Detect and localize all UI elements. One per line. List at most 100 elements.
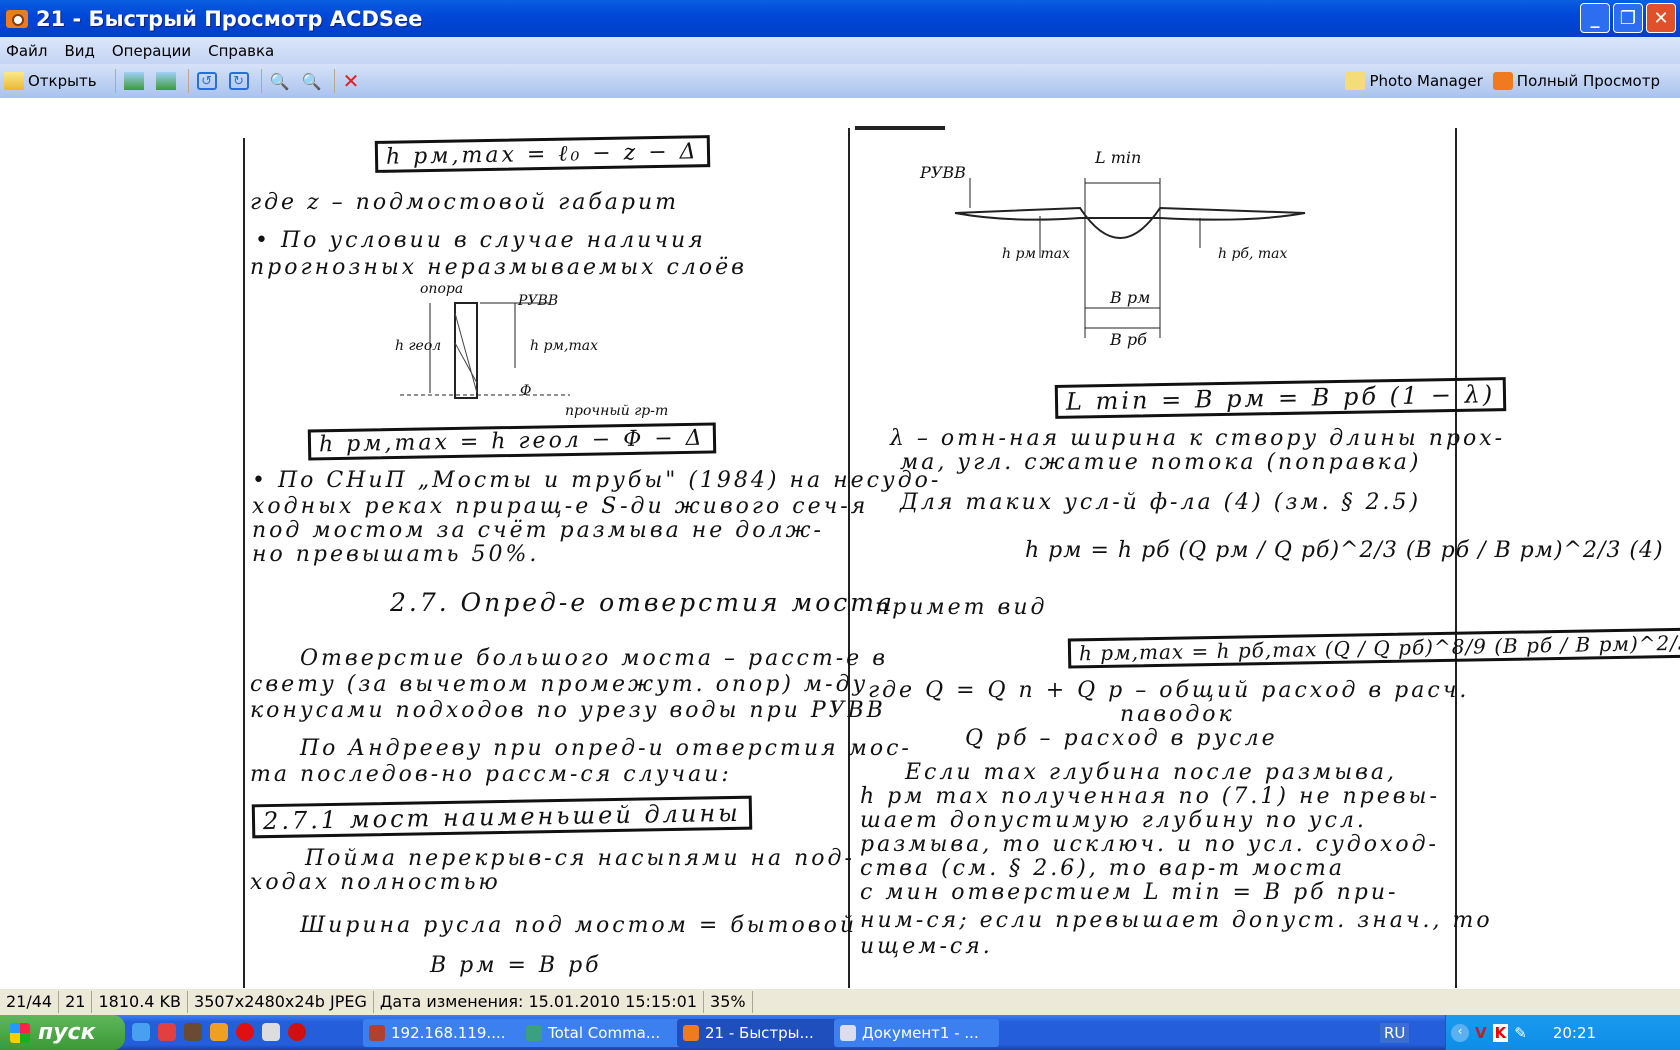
- window-title: 21 - Быстрый Просмотр ACDSee: [36, 6, 423, 31]
- maximize-button[interactable]: ❐: [1613, 3, 1643, 33]
- photo-manager-icon: [1345, 72, 1366, 90]
- formula-box: h рм,max = h геол − Φ − Δ: [307, 422, 716, 461]
- app-icon[interactable]: [236, 1023, 254, 1041]
- zoom-level: 35%: [704, 991, 753, 1013]
- handwritten-line: размыва, то исключ. и по усл. судоход-: [860, 832, 1439, 857]
- section-heading: 2.7. Опред-е отверстия моста: [390, 588, 895, 617]
- file-size: 1810.4 KB: [92, 991, 189, 1013]
- handwritten-label: h рм,max: [530, 338, 599, 354]
- handwritten-line: B рм = B рб: [430, 953, 602, 978]
- handwritten-line: ним-ся; если превышает допуст. знач., то: [860, 908, 1493, 933]
- formula-box: h рм,max = ℓ₀ − z − Δ: [374, 135, 710, 173]
- menu-bar: Файл Вид Операции Справка: [0, 37, 1680, 64]
- system-tray: ‹ V K ✎ 20:21: [1445, 1015, 1680, 1050]
- handwritten-line: примет вид: [875, 595, 1048, 620]
- app-icon[interactable]: [262, 1023, 280, 1041]
- rotate-right-icon[interactable]: ↻: [228, 72, 249, 90]
- image-dimensions: 3507x2480x24b JPEG: [188, 991, 374, 1013]
- language-indicator[interactable]: RU: [1380, 1023, 1410, 1043]
- taskbar-item[interactable]: Total Comma...: [520, 1019, 685, 1047]
- delete-icon[interactable]: ✕: [343, 71, 363, 91]
- taskbar-item[interactable]: 21 - Быстры...: [677, 1019, 842, 1047]
- camera-icon: [1492, 72, 1513, 90]
- previous-image-icon[interactable]: [123, 72, 144, 90]
- app-icon[interactable]: [184, 1023, 202, 1041]
- handwritten-label: B рб: [1110, 330, 1147, 349]
- handwritten-line: Если max глубина после размыва,: [905, 760, 1398, 785]
- kaspersky-icon[interactable]: K: [1492, 1023, 1509, 1042]
- subsection-heading: 2.7.1 мост наименьшей длины: [251, 795, 753, 839]
- app-icon[interactable]: [210, 1023, 228, 1041]
- open-folder-icon: [4, 72, 24, 90]
- next-image-icon[interactable]: [155, 72, 176, 90]
- handwritten-line: с мин отверстием L min = B рб при-: [860, 880, 1399, 905]
- acdsee-app-icon: [6, 9, 28, 28]
- handwritten-line: шает допустимую глубину по усл.: [860, 808, 1367, 833]
- handwritten-label: прочный гр-т: [565, 403, 669, 419]
- handwritten-line: под мостом за счёт размыва не долж-: [252, 518, 824, 543]
- modified-date: Дата изменения: 15.01.2010 15:15:01: [374, 991, 705, 1013]
- handwritten-line: По Андрееву при опред-и отверстия мос-: [300, 736, 912, 761]
- handwritten-label: Φ: [520, 383, 532, 399]
- image-viewer[interactable]: h рм,max = ℓ₀ − z − Δ где z – подмостово…: [0, 98, 1680, 988]
- quick-launch: [132, 1023, 306, 1041]
- start-button[interactable]: пуск: [0, 1015, 125, 1050]
- handwritten-line: Ширина русла под мостом = бытовой: [300, 913, 858, 938]
- handwritten-line: Отверстие большого моста – расст-е в: [300, 646, 888, 671]
- handwritten-line: паводок: [1120, 702, 1235, 727]
- handwritten-line: конусами подходов по урезу воды при РУВВ: [250, 698, 886, 723]
- handwritten-label: РУВВ: [920, 163, 966, 182]
- handwritten-label: опора: [420, 281, 464, 297]
- handwritten-line: ма, угл. сжатие потока (поправка): [900, 450, 1422, 475]
- formula-box: h рм,max = h рб,max (Q / Q рб)^8/9 (B рб…: [1067, 627, 1680, 669]
- handwritten-line: Для таких усл-й ф-ла (4) (зм. § 2.5): [900, 490, 1422, 515]
- handwritten-label: h рб, max: [1218, 246, 1288, 262]
- handwritten-line: ищем-ся.: [860, 934, 993, 959]
- image-name: 21: [59, 991, 93, 1013]
- photo-manager-button[interactable]: Photo Manager: [1345, 72, 1483, 90]
- acdsee-icon: [683, 1025, 699, 1041]
- rotate-left-icon[interactable]: ↺: [196, 72, 217, 90]
- status-bar: 21/44 21 1810.4 KB 3507x2480x24b JPEG Да…: [0, 988, 1680, 1015]
- ie-icon[interactable]: [132, 1023, 150, 1041]
- handwritten-line: ходах полностью: [250, 870, 501, 895]
- save-icon[interactable]: [158, 1023, 176, 1041]
- antivirus-icon[interactable]: V: [1475, 1024, 1487, 1042]
- handwritten-line: • По условии в случае наличия: [255, 228, 706, 253]
- windows-logo-icon: [10, 1022, 30, 1043]
- network-icon: [369, 1025, 385, 1041]
- word-document-icon: [840, 1025, 856, 1041]
- taskbar-item[interactable]: 192.168.119....: [363, 1019, 528, 1047]
- taskbar-item[interactable]: Документ1 - ...: [834, 1019, 999, 1047]
- zoom-in-icon[interactable]: 🔍: [270, 72, 290, 91]
- handwritten-line: та последов-но рассм-ся случаи:: [250, 762, 732, 787]
- taskbar: пуск 192.168.119.... Total Comma... 21 -…: [0, 1015, 1680, 1050]
- clock: 20:21: [1552, 1023, 1597, 1042]
- full-view-button[interactable]: Полный Просмотр: [1492, 72, 1660, 90]
- handwritten-line: где z – подмостовой габарит: [250, 190, 680, 215]
- handwritten-line: но превышать 50%.: [252, 542, 540, 567]
- title-bar[interactable]: 21 - Быстрый Просмотр ACDSee _ ❐ ✕: [0, 0, 1680, 37]
- zoom-out-icon[interactable]: 🔍: [302, 72, 322, 91]
- handwritten-line: • По СНиП „Мосты и трубы" (1984) на несу…: [252, 468, 942, 493]
- handwritten-line: ходных реках приращ-е S-ди живого сеч-я: [252, 494, 869, 519]
- menu-file[interactable]: Файл: [6, 42, 47, 60]
- menu-help[interactable]: Справка: [208, 42, 274, 60]
- handwritten-line: Пойма перекрыв-ся насыпями на под-: [305, 846, 855, 871]
- handwritten-label: L min: [1095, 148, 1142, 167]
- toolbar: Открыть ↺ ↻ 🔍 🔍 ✕ Photo Manager Полный П…: [0, 64, 1680, 98]
- close-button[interactable]: ✕: [1646, 3, 1676, 33]
- total-commander-icon: [526, 1025, 542, 1041]
- opera-icon[interactable]: [288, 1023, 306, 1041]
- formula-line: h рм = h рб (Q рм / Q рб)^2/3 (B рб / B …: [1025, 538, 1664, 563]
- handwritten-label: РУВВ: [518, 293, 559, 309]
- open-button[interactable]: Открыть: [4, 72, 97, 90]
- handwritten-line: где Q = Q п + Q р – общий расход в расч.: [868, 678, 1470, 703]
- expand-tray-icon[interactable]: ‹: [1451, 1023, 1469, 1042]
- menu-view[interactable]: Вид: [64, 42, 94, 60]
- image-index: 21/44: [0, 991, 60, 1013]
- feather-icon[interactable]: ✎: [1514, 1024, 1527, 1042]
- minimize-button[interactable]: _: [1580, 3, 1610, 33]
- menu-operations[interactable]: Операции: [112, 42, 191, 60]
- handwritten-line: h рм max полученная по (7.1) не превы-: [860, 784, 1440, 809]
